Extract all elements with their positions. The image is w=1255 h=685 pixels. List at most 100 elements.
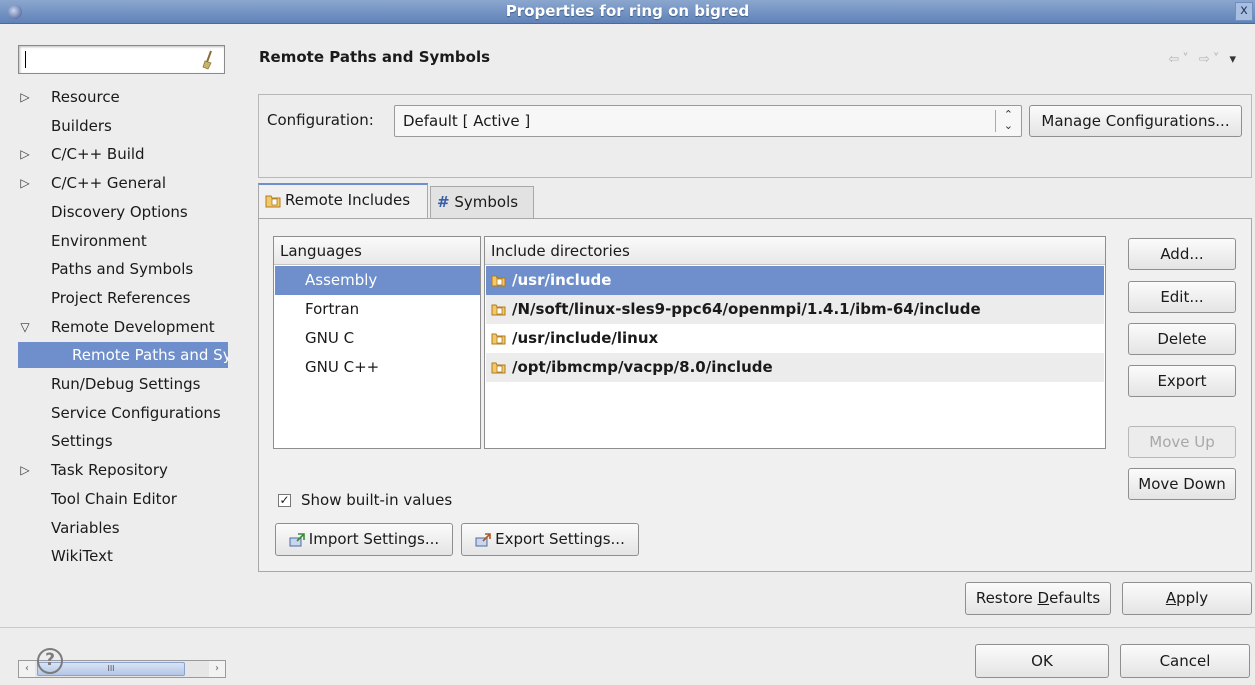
sidebar-item[interactable]: Tool Chain Editor (18, 486, 177, 512)
configuration-select[interactable]: Default [ Active ] ⌃ ⌄ (394, 105, 1022, 137)
move-up-button[interactable]: Move Up (1128, 426, 1236, 458)
sidebar-item-label: Run/Debug Settings (51, 375, 201, 393)
expand-icon[interactable]: ▷ (18, 84, 32, 110)
show-builtin-checkbox[interactable]: ✓ (278, 494, 291, 507)
import-settings-button[interactable]: Import Settings... (275, 523, 453, 556)
back-icon[interactable]: ⇦˅ (1168, 52, 1191, 67)
export-settings-button[interactable]: Export Settings... (461, 523, 639, 556)
folder-include-icon (491, 362, 506, 374)
language-item[interactable]: GNU C (275, 324, 480, 353)
scroll-left-icon[interactable]: ‹ (19, 661, 35, 677)
page-navigation: ⇦˅ ⇨˅ ▾ (1168, 52, 1239, 67)
add-button[interactable]: Add... (1128, 238, 1236, 270)
expand-icon[interactable]: ▷ (18, 457, 32, 483)
sidebar-item-label: Remote Paths and Symbols (72, 346, 228, 365)
clear-filter-icon[interactable] (202, 50, 216, 70)
language-item[interactable]: Fortran (275, 295, 480, 324)
language-item[interactable]: GNU C++ (275, 353, 480, 382)
sidebar-item[interactable]: WikiText (18, 543, 113, 569)
tab-label: Symbols (454, 193, 519, 211)
expand-icon[interactable]: ▷ (18, 141, 32, 167)
tab-label: Remote Includes (285, 191, 411, 209)
sidebar-item[interactable]: Remote Paths and Symbols (18, 342, 228, 369)
sidebar-item[interactable]: ▷ C/C++ General (18, 170, 166, 196)
apply-mnemonic: A (1165, 589, 1177, 607)
collapse-icon[interactable]: ▽ (18, 314, 32, 340)
tab-symbols[interactable]: # Symbols (430, 186, 534, 220)
sidebar-item[interactable]: Service Configurations (18, 400, 221, 426)
sidebar-item[interactable]: ▽ Remote Development (18, 314, 215, 340)
view-menu-icon[interactable]: ▾ (1229, 52, 1239, 67)
delete-button[interactable]: Delete (1128, 323, 1236, 355)
sidebar-item-label: C/C++ Build (51, 145, 145, 164)
sidebar-item-label: Remote Development (51, 317, 215, 336)
sidebar-item-label: Tool Chain Editor (51, 489, 177, 508)
select-arrows-icon: ⌃ ⌄ (1003, 108, 1013, 132)
sidebar-item[interactable]: Settings (18, 428, 113, 454)
include-directory-row[interactable]: /opt/ibmcmp/vacpp/8.0/include (486, 353, 1104, 382)
apply-label-end: pply (1176, 589, 1209, 607)
cancel-button[interactable]: Cancel (1120, 644, 1250, 678)
hash-icon: # (437, 193, 450, 211)
move-down-button[interactable]: Move Down (1128, 468, 1236, 500)
configuration-value: Default [ Active ] (403, 112, 531, 130)
sidebar-item-label: Environment (51, 231, 147, 250)
include-directory-path: /usr/include (512, 271, 612, 289)
sidebar-item-label: Discovery Options (51, 202, 188, 221)
sidebar-item-label: Builders (51, 116, 112, 135)
manage-configurations-button[interactable]: Manage Configurations... (1029, 105, 1242, 137)
export-settings-label: Export Settings... (495, 530, 625, 548)
include-directory-row[interactable]: /N/soft/linux-sles9-ppc64/openmpi/1.4.1/… (486, 295, 1104, 324)
sidebar-item[interactable]: Discovery Options (18, 199, 188, 225)
language-item[interactable]: Assembly (275, 266, 480, 295)
sidebar-item-label: Settings (51, 432, 113, 451)
sidebar-item-label: WikiText (51, 547, 113, 566)
sidebar-item[interactable]: Builders (18, 113, 112, 139)
sidebar-item-label: Task Repository (51, 461, 168, 480)
sidebar-item[interactable]: Environment (18, 228, 147, 254)
text-caret (25, 51, 26, 68)
sidebar-item-label: Paths and Symbols (51, 260, 194, 279)
title-bar: Properties for ring on bigred x (0, 0, 1255, 24)
page-title: Remote Paths and Symbols (259, 48, 491, 66)
forward-icon[interactable]: ⇨˅ (1199, 52, 1222, 67)
ok-button[interactable]: OK (975, 644, 1109, 678)
sidebar-item[interactable]: ▷ Resource (18, 84, 120, 110)
folder-include-icon (491, 304, 506, 316)
expand-icon[interactable]: ▷ (18, 170, 32, 196)
include-directory-row[interactable]: /usr/include/linux (486, 324, 1104, 353)
apply-button[interactable]: Apply (1122, 582, 1252, 615)
scroll-right-icon[interactable]: › (209, 661, 225, 677)
include-directories-list[interactable]: Include directories /usr/include/N/soft/… (484, 236, 1106, 449)
sidebar-item[interactable]: Variables (18, 515, 120, 541)
filter-input[interactable] (18, 45, 225, 74)
window-title: Properties for ring on bigred (505, 2, 750, 20)
sidebar-item-label: Project References (51, 288, 191, 307)
folder-include-icon (265, 195, 281, 208)
restore-defaults-button[interactable]: Restore Defaults (965, 582, 1111, 615)
tab-remote-includes[interactable]: Remote Includes (258, 183, 428, 219)
help-icon[interactable]: ? (37, 648, 63, 674)
include-directory-row[interactable]: /usr/include (486, 266, 1104, 295)
restore-defaults-label-start: Restore (975, 589, 1038, 607)
languages-list[interactable]: Languages Assembly Fortran GNU C GNU C++ (273, 236, 481, 449)
preference-tree[interactable]: ▷ Resource Builders ▷ C/C++ Build ▷ C/C++ Gene… (18, 84, 228, 584)
folder-include-icon (491, 333, 506, 345)
sidebar-item[interactable]: Paths and Symbols (18, 256, 193, 282)
select-separator (995, 110, 996, 132)
sidebar-item[interactable]: Project References (18, 285, 190, 311)
close-button[interactable]: x (1235, 2, 1253, 21)
sidebar-item[interactable]: ▷ C/C++ Build (18, 141, 145, 167)
sidebar-item[interactable]: ▷ Task Repository (18, 457, 168, 483)
languages-header: Languages (274, 237, 480, 265)
sidebar-item-label: Resource (51, 88, 120, 106)
sidebar-item-label: Variables (51, 518, 120, 537)
export-settings-icon (475, 532, 491, 546)
folder-include-icon (491, 275, 506, 287)
include-directories-header: Include directories (485, 237, 1105, 265)
edit-button[interactable]: Edit... (1128, 281, 1236, 313)
export-button[interactable]: Export (1128, 365, 1236, 397)
sidebar-item-label: C/C++ General (51, 174, 167, 193)
sidebar-item[interactable]: Run/Debug Settings (18, 371, 200, 397)
configuration-label: Configuration: (267, 111, 374, 129)
